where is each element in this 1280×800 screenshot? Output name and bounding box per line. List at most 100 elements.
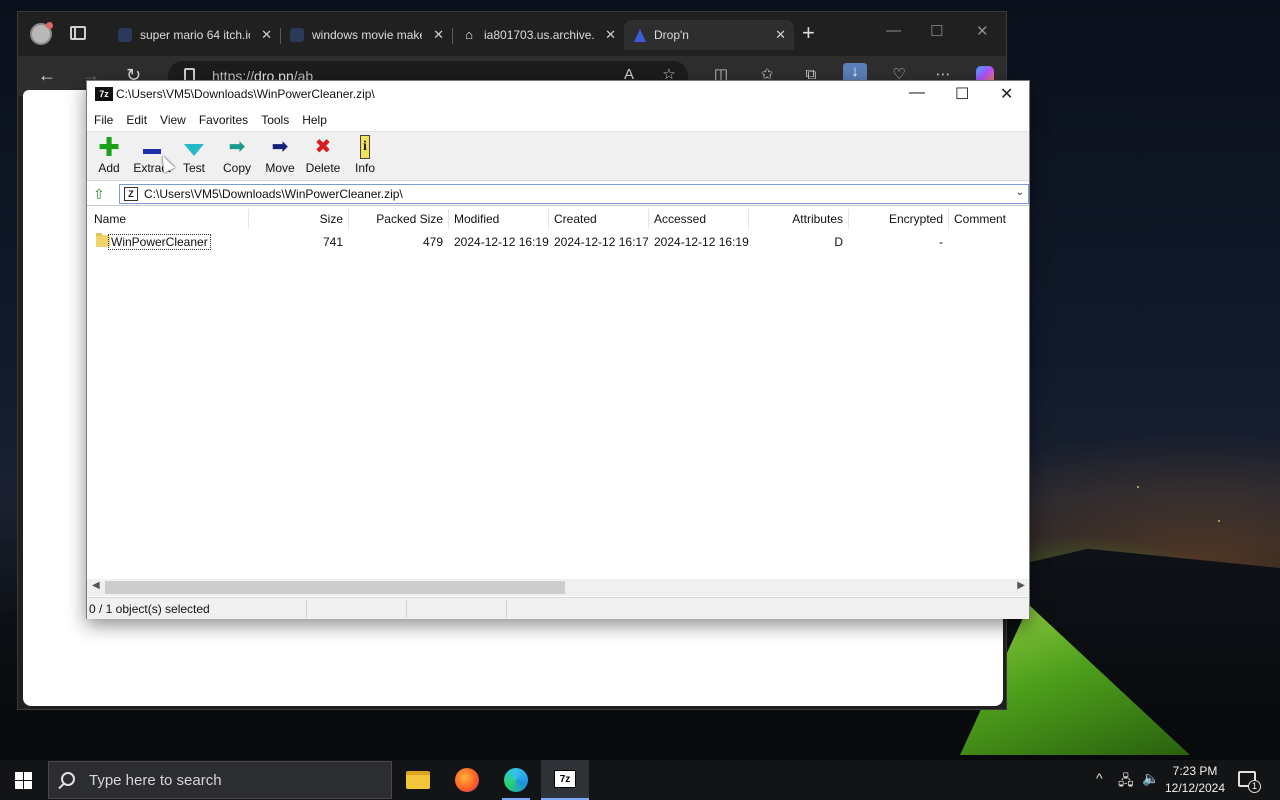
new-tab-button[interactable]: + xyxy=(802,22,815,44)
path-combobox[interactable]: Z C:\Users\VM5\Downloads\WinPowerCleaner… xyxy=(119,184,1029,204)
copy-arrow-icon: ➡ xyxy=(228,136,246,158)
tab-movie-maker[interactable]: windows movie maker ✕ xyxy=(280,20,452,50)
status-divider xyxy=(506,600,507,618)
wallpaper-star xyxy=(1218,520,1220,522)
taskbar-clock[interactable]: 7:23 PM 12/12/2024 xyxy=(1162,763,1228,797)
column-divider[interactable] xyxy=(448,209,449,229)
test-label: Test xyxy=(182,161,205,175)
column-header-size[interactable]: Size xyxy=(249,207,343,231)
archive-bank-icon: ⌂ xyxy=(465,27,473,42)
table-row-name[interactable]: WinPowerCleaner xyxy=(108,233,211,251)
test-button[interactable]: Test xyxy=(172,136,216,175)
file-explorer-icon xyxy=(406,771,430,789)
menu-bar: File Edit View Favorites Tools Help xyxy=(87,109,333,131)
menu-favorites[interactable]: Favorites xyxy=(192,109,254,131)
minus-icon xyxy=(143,148,161,154)
taskbar-firefox[interactable] xyxy=(443,760,491,800)
column-divider[interactable] xyxy=(648,209,649,229)
status-bar: 0 / 1 object(s) selected xyxy=(87,597,1029,619)
browser-minimize-icon[interactable]: — xyxy=(886,22,901,39)
tab-close-icon[interactable]: ✕ xyxy=(261,27,272,43)
path-bar: ⇧ Z C:\Users\VM5\Downloads\WinPowerClean… xyxy=(87,182,1029,206)
browser-maximize-icon[interactable]: ☐ xyxy=(930,22,943,40)
table-row-modified: 2024-12-12 16:19 xyxy=(454,235,549,249)
network-icon[interactable]: 🖧 xyxy=(1118,770,1134,794)
info-button[interactable]: i Info xyxy=(343,135,387,175)
scrollbar-thumb[interactable] xyxy=(105,581,565,594)
tab-dropn[interactable]: Drop'n ✕ xyxy=(624,20,794,50)
table-row-created: 2024-12-12 16:17 xyxy=(554,235,649,249)
tab-archive[interactable]: ⌂ ia801703.us.archive.org ✕ xyxy=(452,20,624,50)
tab-strip: super mario 64 itch.io ✕ windows movie m… xyxy=(18,12,1006,56)
browser-close-icon[interactable]: ✕ xyxy=(976,22,989,40)
column-header-name[interactable]: Name xyxy=(94,207,244,231)
taskbar-search-input[interactable]: Type here to search xyxy=(48,761,392,799)
plus-icon: ✚ xyxy=(98,132,120,162)
tab-title: ia801703.us.archive.org xyxy=(484,28,594,42)
tab-actions-icon[interactable] xyxy=(70,26,86,40)
tab-title: Drop'n xyxy=(654,28,689,42)
column-header-encrypted[interactable]: Encrypted xyxy=(849,207,943,231)
move-button[interactable]: ➡ Move xyxy=(258,136,302,175)
tab-favicon xyxy=(118,28,132,42)
info-icon: i xyxy=(360,135,370,159)
wallpaper-star xyxy=(1137,486,1139,488)
tab-close-icon[interactable]: ✕ xyxy=(605,27,616,43)
profile-icon[interactable] xyxy=(30,22,53,45)
clock-time: 7:23 PM xyxy=(1172,764,1218,778)
folder-up-icon[interactable]: ⇧ xyxy=(93,186,109,202)
table-row-accessed: 2024-12-12 16:19 xyxy=(654,235,749,249)
column-header-created[interactable]: Created xyxy=(554,207,648,231)
zip-file-icon: Z xyxy=(124,187,138,201)
7zip-icon: 7z xyxy=(554,770,576,788)
column-header-comment[interactable]: Comment xyxy=(954,207,1028,231)
copy-button[interactable]: ➡ Copy xyxy=(215,136,259,175)
volume-muted-icon[interactable]: 🔈 xyxy=(1142,770,1159,787)
tab-close-icon[interactable]: ✕ xyxy=(433,27,444,43)
taskbar-edge[interactable] xyxy=(492,760,540,800)
selection-status: 0 / 1 object(s) selected xyxy=(89,602,210,616)
move-label: Move xyxy=(265,161,295,175)
minimize-icon[interactable]: — xyxy=(909,84,925,102)
chevron-down-icon[interactable]: ⌄ xyxy=(1016,187,1024,198)
column-divider[interactable] xyxy=(548,209,549,229)
show-hidden-icons-chevron-icon[interactable]: ^ xyxy=(1096,770,1103,786)
notification-count-badge: 1 xyxy=(1248,780,1261,793)
firefox-icon xyxy=(455,768,479,792)
7zip-app-icon: 7z xyxy=(95,87,113,101)
tab-super-mario[interactable]: super mario 64 itch.io ✕ xyxy=(108,20,280,50)
delete-button[interactable]: ✖ Delete xyxy=(301,136,345,175)
status-divider xyxy=(406,600,407,618)
back-arrow-icon[interactable]: ← xyxy=(38,65,56,85)
table-row-packed-size: 479 xyxy=(422,235,443,249)
column-header-accessed[interactable]: Accessed xyxy=(654,207,748,231)
file-list[interactable]: Name Size Packed Size Modified Created A… xyxy=(87,207,1029,579)
column-header-modified[interactable]: Modified xyxy=(454,207,548,231)
copy-label: Copy xyxy=(222,161,251,175)
tab-title: super mario 64 itch.io xyxy=(140,28,250,42)
close-icon[interactable]: ✕ xyxy=(1000,84,1013,104)
search-placeholder: Type here to search xyxy=(89,771,222,789)
add-button[interactable]: ✚ Add xyxy=(87,132,131,175)
scroll-right-icon[interactable]: ▶ xyxy=(1017,580,1025,591)
menu-edit[interactable]: Edit xyxy=(119,109,153,131)
table-row-size: 741 xyxy=(322,235,343,249)
taskbar: Type here to search 7z ^ 🖧 🔈 7:23 PM 12/… xyxy=(0,760,1280,800)
table-row-encrypted: - xyxy=(939,235,943,249)
horizontal-scrollbar[interactable]: ◀ ▶ xyxy=(87,579,1029,596)
taskbar-7zip[interactable]: 7z xyxy=(541,760,589,800)
taskbar-file-explorer[interactable] xyxy=(394,760,442,800)
scroll-left-icon[interactable]: ◀ xyxy=(92,580,100,591)
menu-tools[interactable]: Tools xyxy=(254,109,295,131)
column-header-packed-size[interactable]: Packed Size xyxy=(349,207,443,231)
menu-file[interactable]: File xyxy=(87,109,119,131)
maximize-icon[interactable]: ☐ xyxy=(955,84,969,104)
menu-help[interactable]: Help xyxy=(295,109,333,131)
info-label: Info xyxy=(354,161,375,175)
column-header-attributes[interactable]: Attributes xyxy=(749,207,843,231)
delete-x-icon: ✖ xyxy=(314,136,332,158)
menu-view[interactable]: View xyxy=(153,109,192,131)
tab-close-icon[interactable]: ✕ xyxy=(775,27,786,43)
windows-start-icon[interactable] xyxy=(15,772,32,789)
column-divider[interactable] xyxy=(948,209,949,229)
